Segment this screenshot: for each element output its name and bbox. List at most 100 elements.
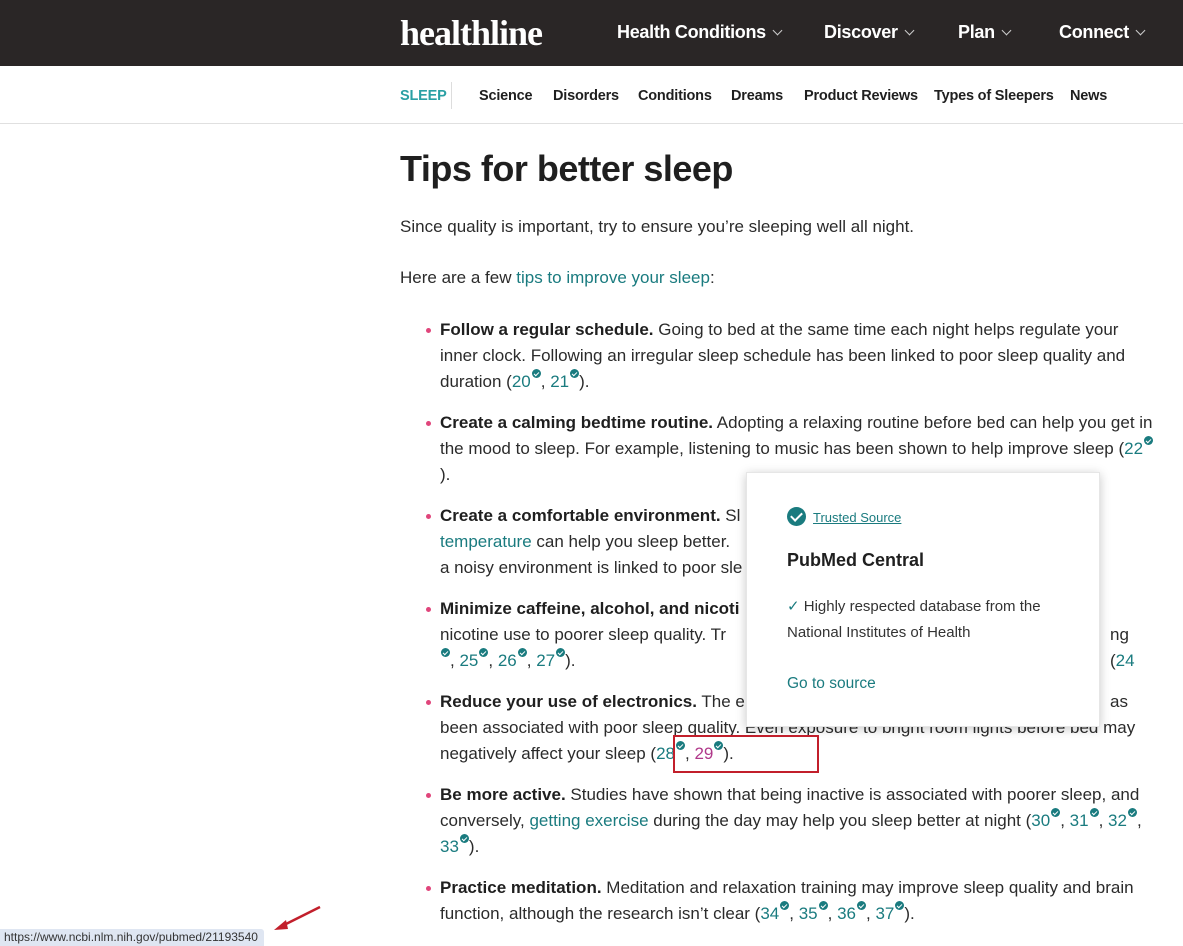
citation-link[interactable]: 25 — [459, 648, 489, 670]
source-description: ✓ Highly respected database from the Nat… — [787, 594, 1077, 646]
citation-number: 20 — [511, 372, 531, 391]
citation-link[interactable]: 30 — [1031, 808, 1061, 830]
tip-item: Be more active. Studies have shown that … — [426, 782, 1155, 860]
citation-link[interactable]: 31 — [1069, 808, 1099, 830]
trusted-check-icon — [818, 901, 828, 910]
trusted-check-badge-icon — [787, 507, 806, 526]
citation-number: 31 — [1069, 811, 1089, 830]
subnav-sleep[interactable]: SLEEP — [400, 88, 447, 104]
subnav-types-of-sleepers[interactable]: Types of Sleepers — [934, 88, 1054, 104]
citation-number: 36 — [837, 904, 857, 923]
trusted-check-icon — [1089, 808, 1099, 817]
trusted-source-link[interactable]: Trusted Source — [813, 510, 901, 525]
trusted-check-icon — [459, 834, 469, 843]
trusted-check-icon — [556, 648, 566, 657]
tip-title: Follow a regular schedule. — [440, 320, 654, 339]
lead-colon: : — [709, 268, 715, 287]
trusted-check-icon — [1051, 808, 1061, 817]
citation-number: 25 — [459, 651, 479, 670]
checkmark-icon: ✓ — [787, 598, 800, 615]
tip-title: Practice meditation. — [440, 878, 602, 897]
source-name: PubMed Central — [787, 550, 925, 570]
subnav-product-reviews[interactable]: Product Reviews — [804, 88, 918, 104]
nav-label: Plan — [958, 22, 995, 42]
healthline-logo[interactable]: healthline — [400, 12, 543, 54]
subnav-science[interactable]: Science — [479, 88, 533, 104]
go-to-source-link[interactable]: Go to source — [787, 675, 876, 693]
citation-link[interactable]: 26 — [497, 648, 527, 670]
citation-link[interactable]: 22 — [1124, 436, 1154, 458]
nav-connect[interactable]: Connect — [1059, 22, 1146, 43]
trusted-check-icon — [441, 648, 450, 657]
tip-item: Practice meditation. Meditation and rela… — [426, 875, 1155, 927]
tip-text: nicotine use to poorer sleep quality. Tr — [440, 625, 727, 644]
tip-end: ). — [565, 651, 576, 670]
citation-link[interactable]: 37 — [875, 901, 905, 923]
subnav-divider — [451, 82, 452, 109]
chevron-down-icon — [772, 25, 783, 35]
nav-health-conditions[interactable]: Health Conditions — [617, 22, 783, 43]
citation-link[interactable]: 36 — [837, 901, 867, 923]
tip-text: a noisy environment is linked to poor sl… — [440, 558, 743, 577]
citation-link[interactable]: 27 — [536, 648, 566, 670]
subnav-news[interactable]: News — [1070, 88, 1107, 104]
description-text: Highly respected database from the Natio… — [787, 598, 1041, 641]
citation-number: 24 — [1115, 651, 1135, 670]
trusted-check-icon — [531, 369, 541, 378]
tip-tail: ng (24 — [1110, 622, 1155, 674]
citation-link[interactable] — [440, 648, 450, 670]
citation-number: 34 — [760, 904, 780, 923]
subnav-conditions[interactable]: Conditions — [638, 88, 712, 104]
chevron-down-icon — [1001, 25, 1012, 35]
trusted-check-icon — [857, 901, 867, 910]
trusted-check-icon — [479, 648, 489, 657]
citation-number: 35 — [798, 904, 818, 923]
tip-title: Create a comfortable environment. — [440, 506, 721, 525]
temperature-link[interactable]: temperature — [440, 532, 532, 551]
citation-link[interactable]: 32 — [1108, 808, 1137, 830]
trusted-check-icon — [780, 901, 790, 910]
citation-link[interactable]: 33 — [440, 834, 469, 856]
citation-number: 33 — [440, 837, 459, 856]
citation-number: 22 — [1124, 439, 1144, 458]
status-bar-url: https://www.ncbi.nlm.nih.gov/pubmed/2119… — [0, 929, 264, 946]
citation-link[interactable]: 20 — [511, 369, 541, 391]
tip-title: Create a calming bedtime routine. — [440, 413, 714, 432]
chevron-down-icon — [1135, 25, 1146, 35]
citation-number: 26 — [497, 651, 517, 670]
tips-link[interactable]: tips to improve your sleep — [516, 268, 710, 287]
trusted-check-icon — [570, 369, 580, 378]
tip-item: Follow a regular schedule. Going to bed … — [426, 317, 1155, 395]
trusted-check-icon — [517, 648, 527, 657]
top-header: healthline Health Conditions Discover Pl… — [0, 0, 1183, 66]
tip-end: ). — [579, 372, 590, 391]
tip-title: Minimize caffeine, alcohol, and nicoti — [440, 599, 740, 618]
citation-link[interactable]: 35 — [798, 901, 828, 923]
lead-paragraph: Here are a few tips to improve your slee… — [400, 268, 715, 288]
nav-plan[interactable]: Plan — [958, 22, 1012, 43]
tip-tail: as — [1110, 692, 1128, 711]
tip-end: ). — [440, 465, 451, 484]
article-heading: Tips for better sleep — [400, 148, 733, 189]
citation-link[interactable]: 21 — [550, 369, 580, 391]
subnav-dreams[interactable]: Dreams — [731, 88, 783, 104]
section-subnav: SLEEP Science Disorders Conditions Dream… — [0, 66, 1183, 124]
nav-discover[interactable]: Discover — [824, 22, 915, 43]
tip-text: during the day may help you sleep better… — [648, 811, 1032, 830]
tip-title: Reduce your use of electronics. — [440, 692, 697, 711]
tip-text: Sl — [720, 506, 741, 525]
tip-end: ). — [904, 904, 915, 923]
subnav-disorders[interactable]: Disorders — [553, 88, 619, 104]
tip-text: can help you sleep better. — [531, 532, 731, 551]
getting-exercise-link[interactable]: getting exercise — [529, 811, 648, 830]
citation-link[interactable]: 34 — [760, 901, 790, 923]
lead-text: Here are a few — [400, 268, 517, 287]
tip-title: Be more active. — [440, 785, 566, 804]
citation-link[interactable]: 24 — [1116, 651, 1135, 670]
trusted-check-icon — [1144, 436, 1154, 445]
citation-number: 21 — [550, 372, 570, 391]
trusted-check-icon — [1127, 808, 1137, 817]
trusted-source-popup: Trusted Source PubMed Central ✓ Highly r… — [746, 472, 1100, 727]
nav-label: Health Conditions — [617, 22, 766, 42]
citation-number: 27 — [536, 651, 556, 670]
